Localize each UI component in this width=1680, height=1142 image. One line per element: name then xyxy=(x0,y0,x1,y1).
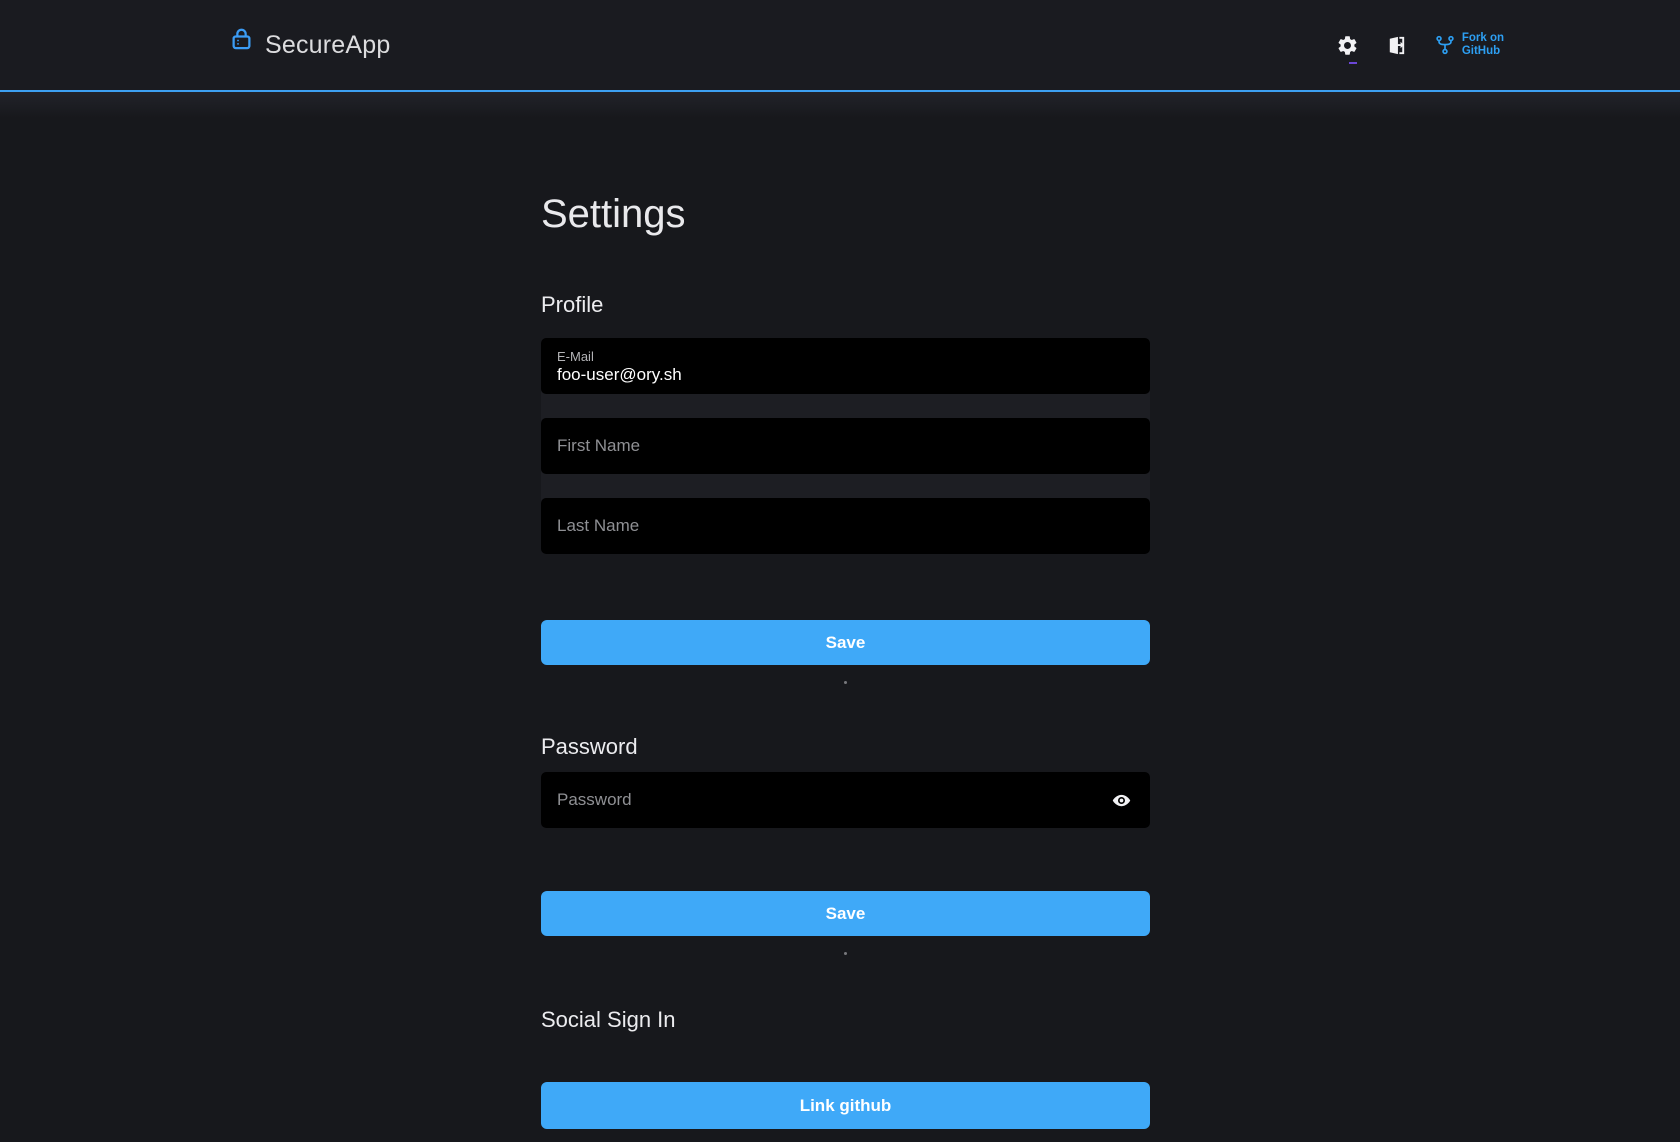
header-glow xyxy=(0,92,1680,118)
divider-dot xyxy=(844,681,847,684)
settings-page: Settings Profile E-Mail Save Password xyxy=(541,190,1150,1129)
password-field[interactable] xyxy=(541,772,1150,828)
profile-save-button[interactable]: Save xyxy=(541,620,1150,665)
email-field[interactable]: E-Mail xyxy=(541,338,1150,394)
app-header: SecureApp xyxy=(0,0,1680,92)
lock-icon xyxy=(228,25,255,52)
email-label: E-Mail xyxy=(557,349,1134,365)
first-name-field[interactable] xyxy=(541,418,1150,474)
password-input[interactable] xyxy=(557,790,1109,810)
link-github-button[interactable]: Link github xyxy=(541,1082,1150,1129)
fork-on-github-link[interactable]: Fork on GitHub xyxy=(1434,32,1504,58)
first-name-input[interactable] xyxy=(557,436,1134,456)
password-visibility-toggle[interactable] xyxy=(1109,790,1134,811)
app-brand[interactable]: SecureApp xyxy=(228,31,391,60)
fork-link-label: Fork on GitHub xyxy=(1462,32,1504,58)
logout-icon xyxy=(1385,34,1408,57)
profile-fields-card: E-Mail xyxy=(541,338,1150,554)
last-name-input[interactable] xyxy=(557,516,1134,536)
last-name-field[interactable] xyxy=(541,498,1150,554)
page-title: Settings xyxy=(541,190,1150,238)
logout-button[interactable] xyxy=(1385,34,1408,57)
social-sign-in-heading: Social Sign In xyxy=(541,1006,1150,1034)
divider-dot xyxy=(844,952,847,955)
password-fields-card xyxy=(541,772,1150,828)
profile-section: Profile E-Mail Save xyxy=(541,291,1150,684)
app-title: SecureApp xyxy=(265,31,391,60)
profile-heading: Profile xyxy=(541,291,1150,319)
password-section: Password Save xyxy=(541,733,1150,955)
social-sign-in-section: Social Sign In Link github xyxy=(541,1006,1150,1129)
eye-icon xyxy=(1111,790,1132,811)
header-actions: Fork on GitHub xyxy=(1336,32,1504,58)
email-input[interactable] xyxy=(557,365,1134,385)
settings-gear-button[interactable] xyxy=(1336,34,1359,57)
git-fork-icon xyxy=(1434,34,1456,56)
gear-icon xyxy=(1336,34,1359,57)
password-heading: Password xyxy=(541,733,1150,761)
password-save-button[interactable]: Save xyxy=(541,891,1150,936)
